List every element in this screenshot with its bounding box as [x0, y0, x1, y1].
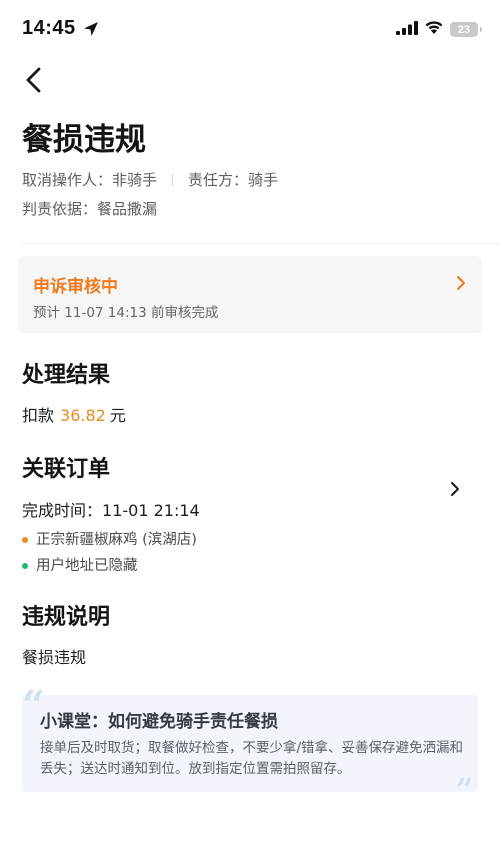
- result-section-title: 处理结果: [22, 363, 111, 388]
- chevron-right-icon: [457, 276, 465, 290]
- order-completion-time: 完成时间：11-01 21:14: [22, 500, 200, 522]
- back-button[interactable]: [18, 64, 50, 96]
- meta-row-canceller-responsible: 取消操作人： 非骑手 责任方： 骑手: [22, 170, 278, 190]
- status-indicators: 23: [396, 20, 482, 39]
- completion-value: 11-01 21:14: [102, 501, 200, 520]
- merchant-dot: [22, 537, 28, 543]
- meta-divider: [172, 174, 174, 186]
- responsible-value: 骑手: [248, 171, 279, 189]
- deduction-line: 扣款 36.82 元: [22, 405, 126, 427]
- customer-dot: [22, 563, 28, 569]
- battery-level: 23: [457, 23, 471, 36]
- appeal-status: 申诉审核中: [33, 277, 118, 297]
- canceller-value: 非骑手: [112, 171, 158, 189]
- appeal-status-card[interactable]: 申诉审核中 预计 11-07 14:13 前审核完成: [18, 256, 482, 333]
- deduction-unit: 元: [109, 406, 126, 425]
- customer-address: 用户地址已隐藏: [36, 558, 138, 574]
- canceller-label: 取消操作人：: [22, 171, 113, 189]
- violation-detail-page: 14:45 23 餐损违规 取消操作人： 非骑手 责任方： 骑手 判责依据： 餐…: [0, 0, 500, 865]
- tip-title: 小课堂：如何避免骑手责任餐损: [40, 712, 278, 732]
- status-bar: 14:45 23: [0, 0, 500, 58]
- header-divider: [22, 243, 500, 244]
- quote-close-icon: ”: [456, 773, 474, 808]
- appeal-deadline-note: 预计 11-07 14:13 前审核完成: [33, 305, 219, 321]
- deduction-amount: 36.82: [60, 406, 106, 425]
- order-merchant: 正宗新疆椒麻鸡 (滨湖店): [22, 530, 197, 550]
- basis-label: 判责依据：: [22, 200, 98, 218]
- deduction-label: 扣款: [22, 406, 55, 425]
- violation-description: 餐损违规: [22, 648, 87, 667]
- chevron-right-icon[interactable]: [450, 481, 460, 497]
- meta-row-basis: 判责依据： 餐品撒漏: [22, 199, 157, 219]
- location-arrow-icon: [82, 20, 100, 38]
- tip-body: 接单后及时取货；取餐做好检查，不要少拿/错拿、妥善保存避免洒漏和丢失；送达时通知…: [40, 740, 464, 777]
- signal-icon: [396, 20, 418, 39]
- merchant-name: 正宗新疆椒麻鸡 (滨湖店): [36, 532, 197, 548]
- basis-value: 餐品撒漏: [97, 200, 158, 218]
- chevron-left-icon: [26, 67, 41, 93]
- page-title: 餐损违规: [22, 122, 146, 158]
- status-time-group: 14:45: [22, 17, 100, 40]
- violation-section-title: 违规说明: [22, 605, 111, 630]
- order-section-title: 关联订单: [22, 457, 111, 482]
- completion-label: 完成时间：: [22, 501, 103, 520]
- wifi-icon: [424, 20, 444, 39]
- order-customer-address: 用户地址已隐藏: [22, 556, 138, 576]
- responsible-label: 责任方：: [188, 171, 249, 189]
- battery-icon: 23: [450, 22, 482, 37]
- status-time: 14:45: [22, 17, 76, 39]
